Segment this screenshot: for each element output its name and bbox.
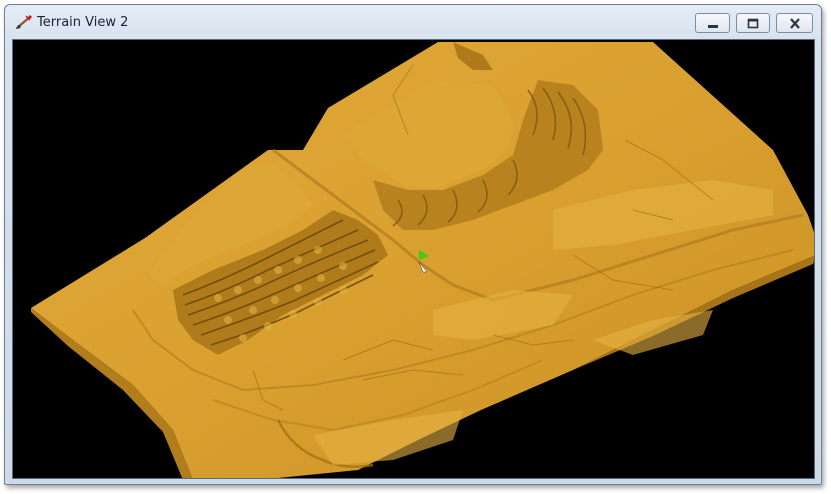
- maximize-button[interactable]: [736, 13, 770, 33]
- title-bar[interactable]: Terrain View 2: [5, 5, 821, 38]
- minimize-button[interactable]: [695, 13, 730, 33]
- minimize-icon: [707, 14, 719, 33]
- terrain-render: [13, 40, 814, 478]
- terrain-view-window: Terrain View 2: [4, 4, 822, 485]
- terrain-3d-viewport[interactable]: [12, 39, 815, 479]
- window-title: Terrain View 2: [37, 15, 129, 30]
- maximize-icon: [747, 14, 759, 33]
- paintbrush-icon: [15, 14, 33, 30]
- close-button[interactable]: [776, 13, 813, 33]
- close-icon: [789, 14, 801, 33]
